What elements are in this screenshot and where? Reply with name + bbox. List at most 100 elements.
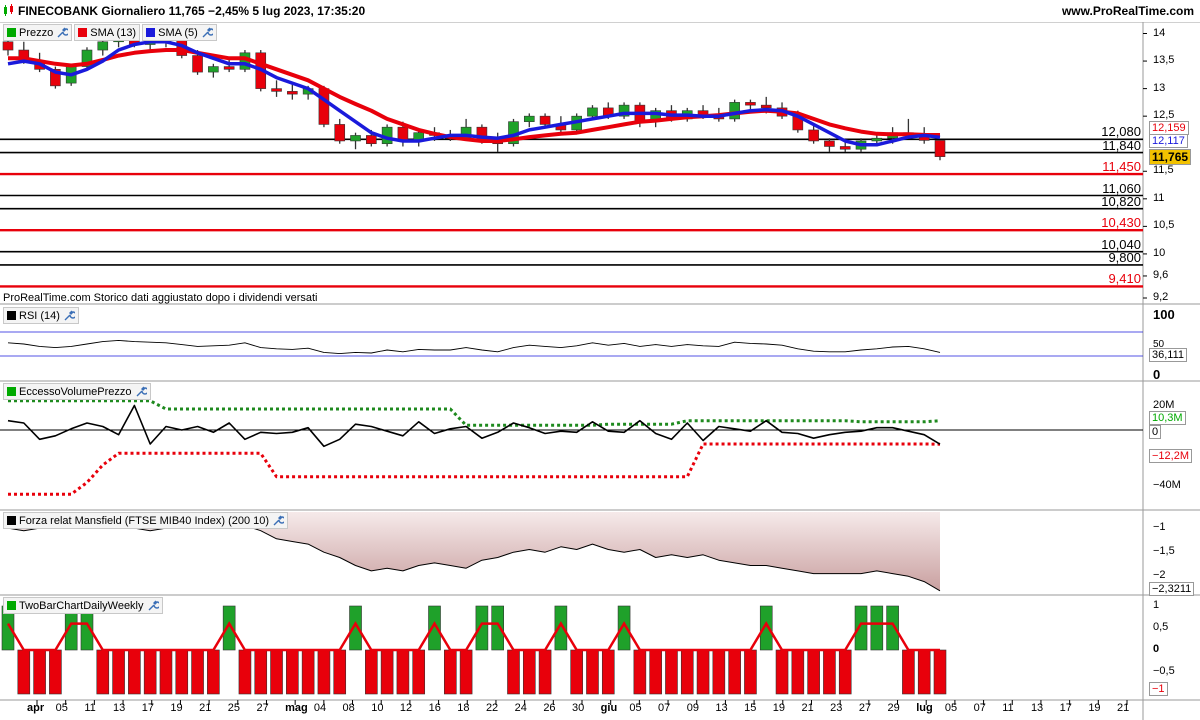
legend-twobar-label: TwoBarChartDailyWeekly xyxy=(19,599,144,612)
mansfield-tick-1: −1 xyxy=(1153,521,1166,533)
price-tick: 9,6 xyxy=(1153,268,1169,281)
twobar-bar xyxy=(191,649,204,695)
twobar-bar xyxy=(112,649,125,695)
legend-rsi[interactable]: RSI (14) xyxy=(3,307,79,324)
x-axis-label: 11 xyxy=(84,702,96,714)
x-axis-label: 24 xyxy=(514,702,527,714)
legend-rsi-label: RSI (14) xyxy=(19,309,60,322)
x-axis-label: 16 xyxy=(428,702,441,714)
sma5-value-tag: 12,117 xyxy=(1149,134,1188,148)
twobar-bar xyxy=(49,649,62,695)
legend-volume[interactable]: EccessoVolumePrezzo xyxy=(3,383,151,400)
price-tick: 13,5 xyxy=(1153,54,1175,67)
price-tick: 13 xyxy=(1153,81,1166,94)
volume-legend: EccessoVolumePrezzo xyxy=(3,383,151,400)
legend-mansfield-label: Forza relat Mansfield (FTSE MIB40 Index)… xyxy=(19,514,270,527)
price-tick: 10 xyxy=(1153,246,1166,259)
twobar-tick-neg-0-5: −0,5 xyxy=(1153,665,1175,677)
x-axis-label: 17 xyxy=(141,702,154,714)
x-axis-label: 19 xyxy=(1088,702,1101,714)
level-label: 11,840 xyxy=(1102,137,1141,153)
twobar-bar xyxy=(396,649,410,695)
legend-sma13[interactable]: SMA (13) xyxy=(74,24,141,41)
twobar-bar xyxy=(333,649,347,695)
wrench-icon[interactable] xyxy=(63,310,75,322)
candle xyxy=(334,124,346,142)
wrench-icon[interactable] xyxy=(272,515,285,527)
twobar-bar xyxy=(807,649,820,695)
volume-lower-line xyxy=(8,442,941,496)
legend-sma13-label: SMA (13) xyxy=(90,26,137,39)
twobar-bar xyxy=(665,649,678,695)
price-swatch xyxy=(7,28,16,37)
legend-mansfield[interactable]: Forza relat Mansfield (FTSE MIB40 Index)… xyxy=(3,512,289,529)
twobar-bar xyxy=(649,649,662,695)
twobar-bar xyxy=(917,649,931,695)
twobar-bar xyxy=(33,649,46,695)
twobar-bar xyxy=(128,649,141,695)
legend-price-label: Prezzo xyxy=(19,26,54,39)
twobar-bar xyxy=(444,649,457,695)
wrench-icon[interactable] xyxy=(201,27,213,39)
twobar-bar xyxy=(507,649,520,695)
level-label: 11,450 xyxy=(1102,159,1141,175)
candle xyxy=(808,129,819,142)
candle xyxy=(824,140,835,147)
mansfield-swatch xyxy=(7,516,16,525)
x-axis-label: 21 xyxy=(801,702,814,714)
wrench-icon[interactable] xyxy=(56,27,69,39)
price-tick: 11,5 xyxy=(1153,164,1174,177)
twobar-legend: TwoBarChartDailyWeekly xyxy=(3,597,163,614)
twobar-bar xyxy=(570,649,583,695)
price-tick: 10,5 xyxy=(1153,219,1175,232)
x-axis-label: giu xyxy=(600,702,618,714)
twobar-bar xyxy=(380,649,394,695)
twobar-bar xyxy=(791,649,805,695)
twobar-bar xyxy=(365,649,378,695)
x-axis-label: 30 xyxy=(572,702,585,714)
candle xyxy=(839,146,851,150)
candlestick-icon xyxy=(4,4,13,16)
wrench-icon[interactable] xyxy=(135,386,147,398)
twobar-bar xyxy=(317,649,331,695)
twobar-bar xyxy=(554,605,568,651)
twobar-bar xyxy=(238,649,252,695)
x-axis-label: 19 xyxy=(170,702,183,714)
x-axis-label: 12 xyxy=(399,702,413,714)
legend-price[interactable]: Prezzo xyxy=(3,24,73,41)
x-axis-label: 23 xyxy=(830,702,843,714)
legend-twobar[interactable]: TwoBarChartDailyWeekly xyxy=(3,597,163,614)
wrench-icon[interactable] xyxy=(147,600,159,612)
volume-tick-40m: −40M xyxy=(1153,479,1181,491)
x-axis-label: 13 xyxy=(113,702,126,714)
x-axis-label: 15 xyxy=(744,702,757,714)
mansfield-tick-1-5: −1,5 xyxy=(1153,545,1175,557)
rsi-line xyxy=(7,339,941,355)
twobar-bar xyxy=(933,649,947,695)
twobar-bar xyxy=(143,649,157,695)
legend-sma5[interactable]: SMA (5) xyxy=(142,24,217,41)
twobar-bar xyxy=(96,649,110,695)
chart-header: FINECOBANK Giornaliero 11,765 −2,45% 5 l… xyxy=(0,0,1200,23)
twobar-bar xyxy=(522,649,536,695)
volume-upper-tag: 10,3M xyxy=(1149,411,1186,425)
candle xyxy=(287,91,298,95)
rsi-tick-100: 100 xyxy=(1153,307,1175,322)
candle xyxy=(745,102,756,106)
candle xyxy=(97,41,109,51)
site-label[interactable]: www.ProRealTime.com xyxy=(1062,4,1194,18)
twobar-bar xyxy=(902,649,915,695)
x-axis-label: 07 xyxy=(973,702,986,714)
x-axis-label: 11 xyxy=(1002,702,1014,714)
level-label: 9,800 xyxy=(1108,249,1141,265)
x-axis-label: 05 xyxy=(944,702,958,714)
twobar-bar xyxy=(428,605,441,651)
twobar-bar xyxy=(17,649,31,695)
twobar-tick-0: 0 xyxy=(1153,643,1160,655)
twobar-value-tag: −1 xyxy=(1149,682,1168,696)
data-note: ProRealTime.com Storico dati aggiustato … xyxy=(3,292,318,304)
candle xyxy=(587,107,598,117)
twobar-bar xyxy=(617,605,631,651)
chart-canvas[interactable] xyxy=(0,22,1200,720)
sma5-swatch xyxy=(146,28,156,37)
